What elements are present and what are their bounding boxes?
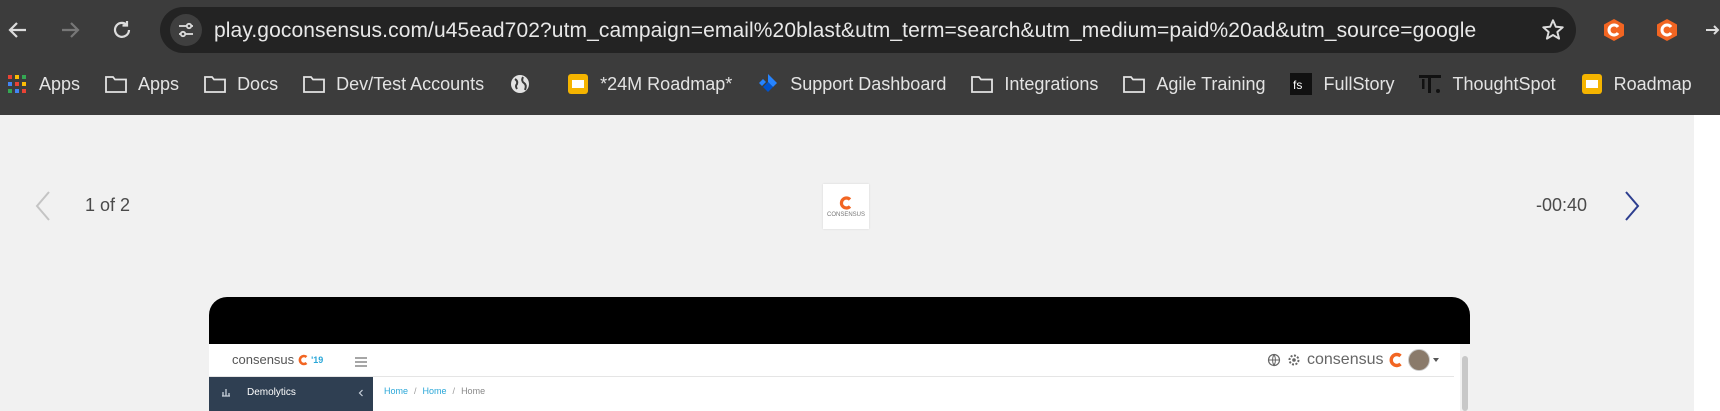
embedded-app: consensus '19 consensus Demolytics Home: [209, 344, 1470, 411]
globe-icon[interactable]: [1267, 353, 1281, 367]
sidebar-item-demolytics[interactable]: Demolytics: [247, 387, 296, 398]
bookmark-label: Integrations: [1004, 73, 1099, 94]
consensus-c-icon: [1389, 352, 1402, 368]
chevron-left-icon: [35, 191, 50, 221]
fullstory-icon: fs: [1289, 73, 1313, 95]
bookmark-label: Apps: [138, 73, 180, 94]
bookmark-label: Support Dashboard: [790, 73, 947, 94]
bookmark-star-button[interactable]: [1540, 17, 1566, 48]
app-sidebar: Demolytics: [209, 377, 373, 411]
app-brand: consensus '19: [232, 352, 323, 367]
breadcrumb-separator: /: [452, 386, 456, 396]
scrollbar-thumb[interactable]: [1462, 356, 1468, 411]
app-header: consensus '19 consensus: [209, 344, 1454, 377]
folder-icon: [104, 73, 128, 95]
site-settings-button[interactable]: [170, 14, 202, 46]
logo-wordmark: CONSENSUS: [826, 212, 865, 218]
avatar[interactable]: [1407, 349, 1430, 371]
menu-toggle-button[interactable]: [354, 355, 368, 373]
bookmark-thoughtspot[interactable]: ThoughtSpot: [1418, 73, 1556, 95]
next-button[interactable]: [1622, 189, 1642, 228]
consensus-logo-icon: [1657, 19, 1677, 41]
folder-icon: [302, 73, 326, 95]
consensus-c-icon: [839, 196, 852, 210]
consensus-extension-button-2[interactable]: [1653, 16, 1681, 44]
bookmark-folder-dev-test-accounts[interactable]: Dev/Test Accounts: [302, 73, 484, 95]
forward-button[interactable]: [55, 15, 85, 45]
gear-icon[interactable]: [1287, 353, 1301, 367]
bookmark-folder-agile-training[interactable]: Agile Training: [1122, 73, 1265, 95]
breadcrumb-current: Home: [461, 386, 486, 396]
bookmark-folder-apps[interactable]: Apps: [104, 73, 179, 95]
folder-icon: [1122, 73, 1146, 95]
more-extensions-button[interactable]: [1704, 16, 1720, 44]
bookmark-label: Dev/Test Accounts: [336, 73, 485, 94]
jira-icon: [756, 73, 780, 95]
breadcrumb: Home / Home / Home: [384, 386, 485, 396]
bookmark-support-dashboard[interactable]: Support Dashboard: [756, 73, 946, 95]
bar-chart-icon: [222, 389, 230, 397]
slides-icon: [566, 73, 590, 95]
chevron-left-icon[interactable]: [357, 389, 365, 397]
bookmark-24m-roadmap[interactable]: *24M Roadmap*: [566, 73, 732, 95]
back-arrow-icon: [8, 22, 26, 38]
page-scrollbar-track[interactable]: [1694, 115, 1720, 411]
brand-wordmark-right: consensus: [1307, 351, 1384, 368]
hamburger-icon: [355, 357, 367, 367]
bookmark-folder-docs[interactable]: Docs: [203, 73, 278, 95]
url-text[interactable]: play.goconsensus.com/u45ead702?utm_campa…: [214, 19, 1476, 43]
consensus-extension-button[interactable]: [1600, 16, 1628, 44]
svg-text:fs: fs: [1293, 78, 1302, 92]
bookmarks-bar: Apps Apps Docs Dev/Test Accounts *24M Ro…: [0, 66, 1720, 102]
bookmark-label: ThoughtSpot: [1452, 73, 1556, 94]
bookmark-globe[interactable]: [508, 73, 542, 95]
bookmark-label: *24M Roadmap*: [600, 73, 733, 94]
forward-arrow-icon: [62, 22, 80, 38]
brand-year: '19: [311, 354, 324, 365]
video-frame[interactable]: consensus '19 consensus Demolytics Home: [209, 297, 1470, 411]
countdown-timer: -00:40: [1536, 195, 1588, 215]
slides-icon: [1580, 73, 1604, 95]
reload-icon: [113, 21, 131, 38]
back-button[interactable]: [3, 15, 33, 45]
bookmark-label: Docs: [237, 73, 279, 94]
consensus-logo: CONSENSUS: [823, 184, 869, 229]
bookmark-roadmap[interactable]: Roadmap: [1580, 73, 1692, 95]
breadcrumb-separator: /: [414, 386, 417, 396]
bookmark-label: Roadmap: [1613, 73, 1692, 94]
breadcrumb-link[interactable]: Home: [384, 386, 408, 396]
bookmark-folder-integrations[interactable]: Integrations: [970, 73, 1098, 95]
bookmark-label: FullStory: [1323, 73, 1395, 94]
brand-wordmark: consensus: [232, 352, 295, 367]
consensus-logo-icon: [1604, 19, 1624, 41]
consensus-c-icon: [298, 354, 308, 365]
header-right: consensus: [1267, 349, 1440, 371]
browser-chrome: play.goconsensus.com/u45ead702?utm_campa…: [0, 0, 1720, 115]
thoughtspot-icon: [1418, 73, 1443, 95]
star-icon: [1542, 19, 1564, 40]
chevron-right-icon: [1625, 191, 1640, 221]
reload-button[interactable]: [107, 15, 137, 45]
previous-button[interactable]: [33, 189, 53, 228]
bookmark-apps-launcher[interactable]: Apps: [5, 73, 80, 95]
folder-icon: [970, 73, 994, 95]
globe-icon: [508, 73, 532, 95]
arrow-icon: [1706, 25, 1720, 35]
bookmark-label: Apps: [39, 73, 81, 94]
page-counter: 1 of 2: [85, 195, 131, 215]
address-bar[interactable]: play.goconsensus.com/u45ead702?utm_campa…: [160, 7, 1576, 53]
bookmark-fullstory[interactable]: fs FullStory: [1289, 73, 1395, 95]
tune-icon: [179, 22, 193, 38]
breadcrumb-link[interactable]: Home: [423, 386, 447, 396]
browser-toolbar: play.goconsensus.com/u45ead702?utm_campa…: [0, 0, 1720, 62]
app-scrollbar[interactable]: [1460, 344, 1470, 411]
folder-icon: [203, 73, 227, 95]
apps-grid-icon: [5, 73, 29, 95]
bookmark-label: Agile Training: [1156, 73, 1266, 94]
caret-down-icon[interactable]: [1432, 356, 1440, 364]
